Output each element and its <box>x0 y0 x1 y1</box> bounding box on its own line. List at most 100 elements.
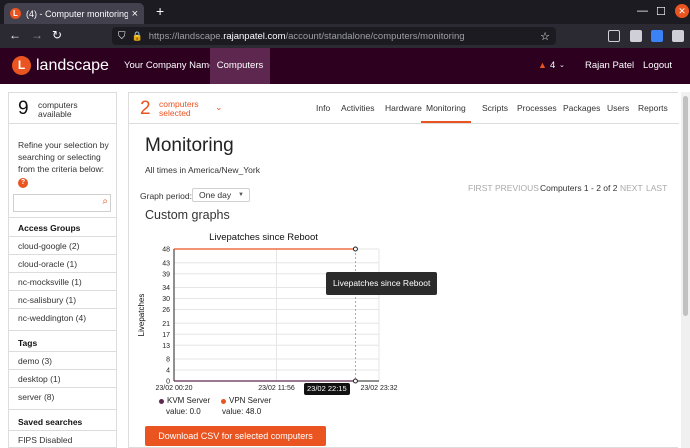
nav-computers[interactable]: Computers <box>210 48 270 84</box>
tab-processes[interactable]: Processes <box>517 93 557 123</box>
access-group-item[interactable]: nc-salisbury (1) <box>18 295 76 305</box>
logout-link[interactable]: Logout <box>643 48 672 84</box>
computer-tabs: 2 computers selected ⌄ Info Activities Ha… <box>129 93 679 123</box>
custom-graphs-heading: Custom graphs <box>145 208 230 222</box>
browser-tab[interactable]: L (4) - Computer monitoring × <box>4 3 144 24</box>
download-csv-button[interactable]: Download CSV for selected computers <box>145 426 326 446</box>
hover-x-label: 23/02 22:15 <box>304 383 350 395</box>
new-tab-icon[interactable]: + <box>156 4 164 18</box>
legend-kvm-value: value: 0.0 <box>166 407 201 416</box>
legend-vpn-name[interactable]: VPN Server <box>229 396 271 405</box>
graph-period-value: One day <box>199 190 232 200</box>
landscape-logo-icon[interactable]: L <box>12 56 31 75</box>
download-icon[interactable] <box>608 30 620 42</box>
tag-item[interactable]: desktop (1) <box>18 374 61 384</box>
access-group-item[interactable]: nc-mocksville (1) <box>18 277 82 287</box>
landscape-logo-text[interactable]: landscape <box>36 56 109 75</box>
tag-item[interactable]: demo (3) <box>18 356 52 366</box>
divider <box>9 308 117 309</box>
x-tick-label: 23/02 00:20 <box>156 385 193 392</box>
close-window-icon[interactable]: ✕ <box>675 4 689 18</box>
y-tick-label: 17 <box>162 332 170 339</box>
forward-arrow-icon[interactable]: → <box>31 28 43 42</box>
tab-scripts[interactable]: Scripts <box>482 93 508 123</box>
y-axis-label: Livepatches <box>137 294 146 337</box>
browser-tab-bar: L (4) - Computer monitoring × + — ☐ ✕ <box>0 0 690 24</box>
y-tick-label: 39 <box>162 271 170 278</box>
selection-sidebar: 9 computers available Refine your selecti… <box>8 92 117 448</box>
divider <box>9 123 117 124</box>
y-tick-label: 4 <box>166 368 170 375</box>
extension-icon[interactable] <box>630 30 642 42</box>
tab-activities[interactable]: Activities <box>341 93 375 123</box>
chevron-down-icon[interactable]: ⌄ <box>559 48 565 84</box>
y-tick-label: 34 <box>162 285 170 292</box>
available-label: computers available <box>38 100 78 119</box>
chevron-down-icon: ▼ <box>238 192 244 198</box>
alert-count[interactable]: 4 <box>550 48 555 84</box>
access-group-item[interactable]: cloud-oracle (1) <box>18 259 77 269</box>
tab-hardware[interactable]: Hardware <box>385 93 422 123</box>
url-text[interactable]: https://landscape.rajanpatel.com/account… <box>149 31 540 42</box>
divider <box>9 369 117 370</box>
y-tick-label: 8 <box>166 357 170 364</box>
y-tick-label: 43 <box>162 260 170 267</box>
refine-help-text: Refine your selection by searching or se… <box>18 140 109 188</box>
computer-search[interactable]: ⌕ <box>13 194 111 212</box>
tag-item[interactable]: server (8) <box>18 392 54 402</box>
close-tab-icon[interactable]: × <box>132 8 138 20</box>
legend-vpn-dot <box>221 399 226 404</box>
divider <box>9 351 117 352</box>
app-header: L landscape Your Company Name Computers … <box>0 48 690 84</box>
privacy-badger-icon[interactable] <box>651 30 663 42</box>
divider <box>9 236 117 237</box>
page-title: Monitoring <box>145 135 234 156</box>
tab-info[interactable]: Info <box>316 93 330 123</box>
tab-users[interactable]: Users <box>607 93 629 123</box>
scrollbar-thumb[interactable] <box>683 96 688 316</box>
nav-user[interactable]: Rajan Patel <box>585 48 634 84</box>
chart-tooltip: Livepatches since Reboot <box>326 272 438 295</box>
pager-last: LAST <box>646 183 668 193</box>
chart-title: Livepatches since Reboot <box>209 232 318 243</box>
tab-monitoring[interactable]: Monitoring <box>421 93 471 123</box>
available-count: 9 <box>18 98 29 119</box>
bookmark-star-icon[interactable]: ☆ <box>540 30 550 43</box>
chevron-down-icon[interactable]: ⌄ <box>215 102 223 113</box>
pager-previous: PREVIOUS <box>495 183 539 193</box>
divider <box>9 409 117 410</box>
extensions-menu-icon[interactable] <box>672 30 684 42</box>
graph-period-label: Graph period: <box>140 191 192 201</box>
x-tick-label: 23/02 23:32 <box>361 385 398 392</box>
lock-icon[interactable]: 🔒 <box>132 31 143 42</box>
saved-search-item[interactable]: FIPS Disabled <box>18 435 72 445</box>
nav-company[interactable]: Your Company Name <box>124 48 214 84</box>
hover-point-kvm <box>352 378 358 384</box>
minimize-window-icon[interactable]: — <box>637 5 648 17</box>
search-icon[interactable]: ⌕ <box>102 196 108 207</box>
selected-count[interactable]: 2 <box>140 98 151 120</box>
tab-reports[interactable]: Reports <box>638 93 668 123</box>
back-arrow-icon[interactable]: ← <box>9 28 21 42</box>
alert-warning-icon[interactable]: ▲ <box>538 60 547 70</box>
divider <box>9 290 117 291</box>
selected-label[interactable]: computers selected <box>159 100 199 118</box>
help-icon[interactable]: ? <box>18 178 28 188</box>
reload-icon[interactable]: ↻ <box>52 28 62 42</box>
browser-toolbar: ← → ↻ ⛉ 🔒 https://landscape.rajanpatel.c… <box>0 24 690 48</box>
legend-kvm-name[interactable]: KVM Server <box>167 396 210 405</box>
access-group-item[interactable]: cloud-google (2) <box>18 241 79 251</box>
access-group-item[interactable]: nc-weddington (4) <box>18 313 86 323</box>
tab-packages[interactable]: Packages <box>563 93 600 123</box>
hover-point-vpn <box>352 246 358 252</box>
maximize-window-icon[interactable]: ☐ <box>656 5 666 18</box>
divider <box>129 123 679 124</box>
address-bar[interactable]: ⛉ 🔒 https://landscape.rajanpatel.com/acc… <box>112 27 556 45</box>
tracking-shield-icon[interactable]: ⛉ <box>118 31 126 42</box>
main-panel: 2 computers selected ⌄ Info Activities Ha… <box>128 92 679 448</box>
graph-period-select[interactable]: One day ▼ <box>192 188 250 202</box>
search-input[interactable] <box>14 195 94 211</box>
saved-searches-heading: Saved searches <box>18 417 83 427</box>
y-tick-label: 13 <box>162 343 170 350</box>
divider <box>9 387 117 388</box>
